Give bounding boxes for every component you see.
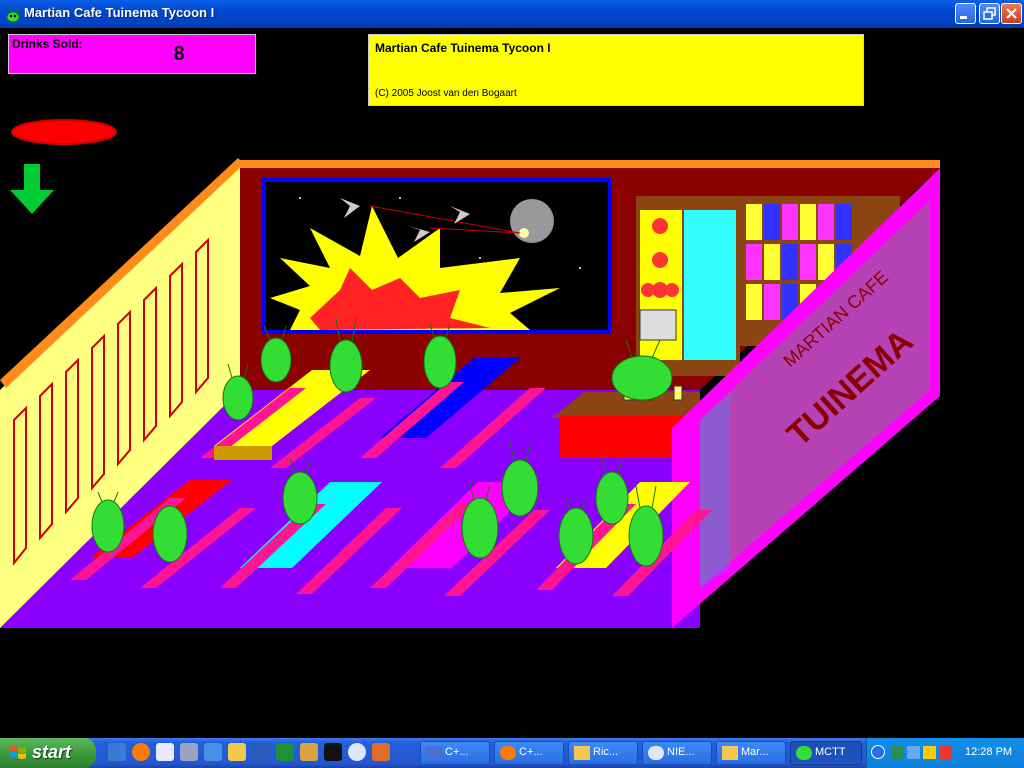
taskbar-item[interactable]: Mar... xyxy=(716,741,786,765)
restore-icon xyxy=(983,7,996,20)
firefox-icon[interactable] xyxy=(132,743,150,761)
console-icon[interactable] xyxy=(324,743,342,761)
folder-icon xyxy=(574,746,590,760)
tray-expand-icon[interactable] xyxy=(871,745,885,759)
windows-logo-icon xyxy=(10,746,26,759)
window-title: Martian Cafe Tuinema Tycoon I xyxy=(24,5,215,20)
taskbar-item-active[interactable]: MCTT xyxy=(790,741,862,765)
cd-icon xyxy=(648,746,664,760)
space-battle-poster xyxy=(262,178,612,334)
close-icon xyxy=(1006,8,1017,19)
cafe-scene: MARTIAN CAFE TUINEMA xyxy=(0,158,940,628)
red-oval-button[interactable] xyxy=(10,118,118,146)
alien xyxy=(152,505,188,563)
word-icon[interactable] xyxy=(252,743,270,761)
copyright-text: (C) 2005 Joost van den Bogaart xyxy=(375,88,517,99)
martian-app-icon xyxy=(6,6,20,23)
ide-icon xyxy=(426,746,442,760)
window-title-bar[interactable]: Martian Cafe Tuinema Tycoon I xyxy=(0,0,1024,28)
minimize-button[interactable] xyxy=(955,3,976,24)
network-icon[interactable] xyxy=(204,743,222,761)
taskbar-item[interactable]: NIE... xyxy=(642,741,712,765)
info-panel: Martian Cafe Tuinema Tycoon I (C) 2005 J… xyxy=(368,34,864,106)
media-player-icon[interactable] xyxy=(348,743,366,761)
down-arrow-icon[interactable] xyxy=(10,164,54,216)
document-icon[interactable] xyxy=(156,743,174,761)
taskbar-item[interactable]: C+... xyxy=(420,741,490,765)
game-canvas[interactable]: MARTIAN CAFE TUINEMA Drinks Sold: 8 Mart… xyxy=(0,28,1024,736)
taskbar: start » C+... C+... Ric... NIE... Mar... xyxy=(0,738,1024,768)
start-button[interactable]: start xyxy=(0,738,96,768)
excel-icon[interactable] xyxy=(276,743,294,761)
martian-icon xyxy=(796,746,812,760)
taskbar-item[interactable]: C+... xyxy=(494,741,564,765)
taskbar-item[interactable]: Ric... xyxy=(568,741,638,765)
start-label: start xyxy=(32,742,72,762)
network-icon[interactable] xyxy=(907,746,920,759)
system-tray: 12:28 PM xyxy=(866,738,1024,768)
firefox-icon xyxy=(500,746,516,760)
show-desktop-icon[interactable] xyxy=(108,743,126,761)
app-icon[interactable] xyxy=(300,743,318,761)
calculator-icon[interactable] xyxy=(180,743,198,761)
antivirus-icon[interactable] xyxy=(939,746,952,759)
minimize-icon xyxy=(960,16,967,19)
clock: 12:28 PM xyxy=(965,746,1013,758)
info-title: Martian Cafe Tuinema Tycoon I xyxy=(375,41,551,55)
close-button[interactable] xyxy=(1001,3,1022,24)
drinks-sold-panel: Drinks Sold: 8 xyxy=(8,34,256,74)
folder-icon[interactable] xyxy=(228,743,246,761)
security-icon[interactable] xyxy=(923,746,936,759)
folder-icon xyxy=(722,746,738,760)
paint-icon[interactable] xyxy=(372,743,390,761)
wall-top-edge xyxy=(240,160,940,168)
restore-button[interactable] xyxy=(979,3,1000,24)
drinks-sold-count: 8 xyxy=(173,43,185,65)
tray-app-icon[interactable] xyxy=(891,746,904,759)
drinks-sold-label: Drinks Sold: xyxy=(12,37,83,51)
